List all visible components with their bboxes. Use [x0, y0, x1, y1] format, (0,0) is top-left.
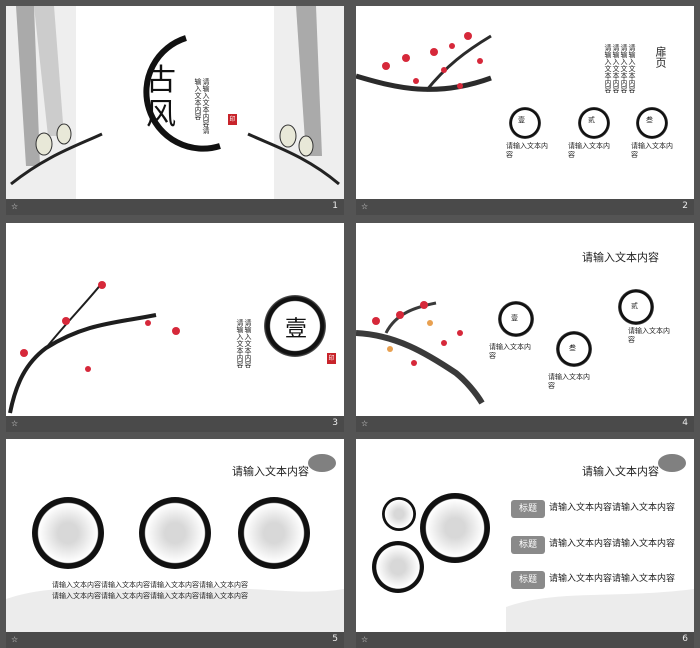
slide-thumbnail-2[interactable]: 扉页 请输入文本内容请输入文本内容请输入文本内容请输入文本内容 壹 贰 叁 请输…: [356, 6, 694, 215]
star-icon: ☆: [11, 635, 19, 644]
title-tag: 标题: [511, 536, 545, 554]
body-line-2: 请输入文本内容请输入文本内容请输入文本内容请输入文本内容: [52, 592, 248, 600]
landscape-ring-image: [372, 541, 424, 593]
slide-footer: ☆ 6: [356, 632, 694, 648]
body-line-1: 请输入文本内容请输入文本内容请输入文本内容请输入文本内容: [52, 581, 248, 589]
item-text: 请输入文本内容: [631, 142, 673, 159]
slide-number: 6: [682, 634, 688, 644]
title-tag: 标题: [511, 571, 545, 589]
item-text: 请输入文本内容: [489, 343, 531, 360]
slide-paragraph: 请输入文本内容请输入文本内容请输入文本内容请输入文本内容: [604, 44, 636, 93]
star-icon: ☆: [361, 635, 369, 644]
slide-footer: ☆ 3: [6, 416, 344, 432]
title-tag: 标题: [511, 500, 545, 518]
slide-canvas: 请输入文本内容 壹 贰 叁 请输入文本内容 请输入文本内容 请输入文本内容: [356, 223, 694, 416]
item-text: 请输入文本内容: [568, 142, 610, 159]
slide-thumbnail-4[interactable]: 请输入文本内容 壹 贰 叁 请输入文本内容 请输入文本内容 请输入文本内容 ☆ …: [356, 223, 694, 432]
slide-title: 古风: [146, 63, 176, 132]
item-text: 请输入文本内容: [506, 142, 548, 159]
landscape-ring-image: [420, 493, 490, 563]
slide-number: 1: [332, 201, 338, 211]
landscape-ring-image: [32, 497, 104, 569]
landscape-ring-image: [139, 497, 211, 569]
item-glyph: 叁: [646, 116, 653, 124]
slide-paragraph: 请输入文本内容请输入文本内容: [236, 319, 252, 368]
slide-heading: 请输入文本内容: [582, 465, 659, 478]
item-text: 请输入文本内容: [548, 373, 590, 390]
item-glyph: 壹: [518, 116, 525, 124]
star-icon: ☆: [361, 419, 369, 428]
star-icon: ☆: [361, 202, 369, 211]
item-glyph: 壹: [511, 314, 518, 322]
row-text: 请输入文本内容请输入文本内容: [549, 539, 676, 549]
red-seal-icon: 印: [327, 353, 336, 364]
ink-circle-icon: [509, 107, 541, 139]
slide-subtitle: 请输入文本内容请输入文本内容: [194, 78, 210, 134]
slide-number: 5: [332, 634, 338, 644]
item-glyph: 叁: [569, 344, 576, 352]
item-glyph: 贰: [631, 302, 638, 310]
slide-canvas: 壹 请输入文本内容请输入文本内容 印: [6, 223, 344, 416]
slide-canvas: 请输入文本内容 标题 标题 标题 请输入文本内容请输入文本内容 请输入文本内容请…: [356, 439, 694, 632]
slide-heading: 请输入文本内容: [582, 251, 659, 264]
slide-footer: ☆ 1: [6, 199, 344, 215]
star-icon: ☆: [11, 202, 19, 211]
slide-canvas: 古风 请输入文本内容请输入文本内容 印: [6, 6, 344, 199]
slide-footer: ☆ 2: [356, 199, 694, 215]
slide-canvas: 扉页 请输入文本内容请输入文本内容请输入文本内容请输入文本内容 壹 贰 叁 请输…: [356, 6, 694, 199]
row-text: 请输入文本内容请输入文本内容: [549, 503, 676, 513]
slide-number: 3: [332, 418, 338, 428]
item-glyph: 贰: [588, 116, 595, 124]
plum-branch-image: [356, 32, 492, 92]
slide-thumbnail-5[interactable]: 请输入文本内容 请输入文本内容请输入文本内容请输入文本内容请输入文本内容 请输入…: [6, 439, 344, 648]
landscape-ring-image: [382, 497, 416, 531]
row-text: 请输入文本内容请输入文本内容: [549, 574, 676, 584]
section-glyph: 壹: [285, 317, 308, 342]
slide-canvas: 请输入文本内容 请输入文本内容请输入文本内容请输入文本内容请输入文本内容 请输入…: [6, 439, 344, 632]
slide-footer: ☆ 4: [356, 416, 694, 432]
landscape-ring-image: [238, 497, 310, 569]
slide-thumbnail-6[interactable]: 请输入文本内容 标题 标题 标题 请输入文本内容请输入文本内容 请输入文本内容请…: [356, 439, 694, 648]
slide-number: 2: [682, 201, 688, 211]
slide-thumbnail-3[interactable]: 壹 请输入文本内容请输入文本内容 印 ☆ 3: [6, 223, 344, 432]
slide-heading: 扉页: [654, 46, 667, 68]
slide-thumbnail-1[interactable]: 古风 请输入文本内容请输入文本内容 印 ☆ 1: [6, 6, 344, 215]
slide-heading: 请输入文本内容: [232, 465, 309, 478]
item-text: 请输入文本内容: [628, 327, 670, 344]
star-icon: ☆: [11, 419, 19, 428]
slide-number: 4: [682, 418, 688, 428]
slide-footer: ☆ 5: [6, 632, 344, 648]
red-seal-icon: 印: [228, 114, 237, 125]
